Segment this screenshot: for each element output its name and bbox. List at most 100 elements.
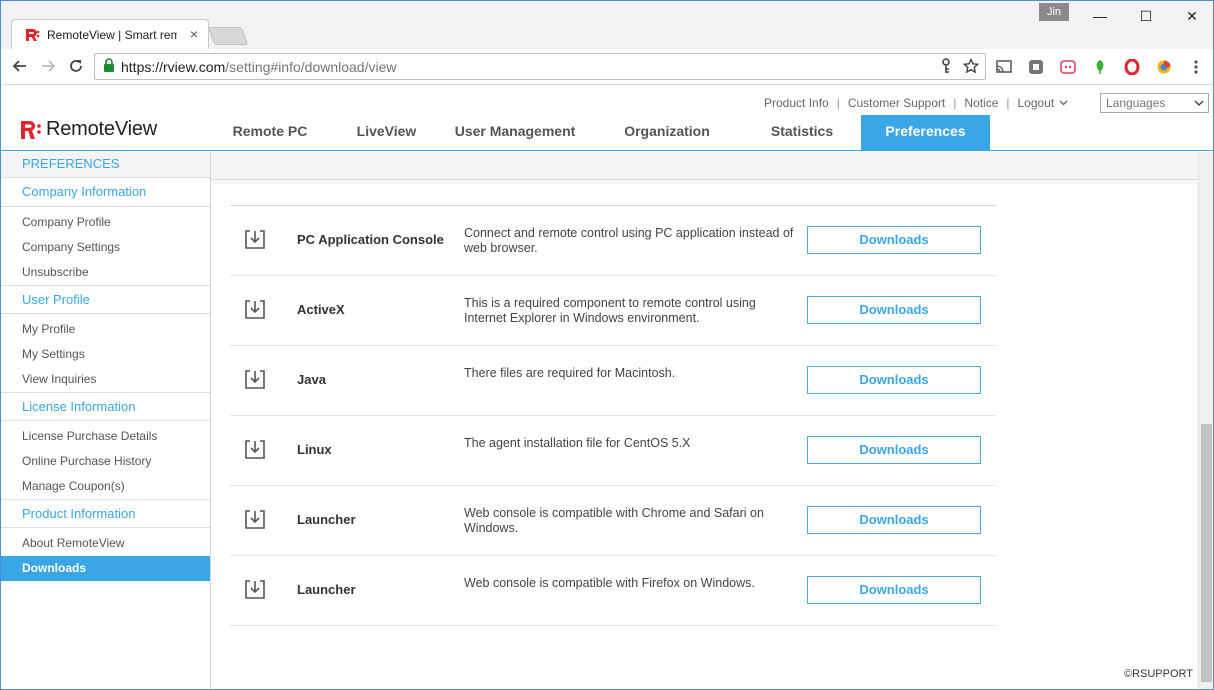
download-row: Launcher Web console is compatible with F… [230, 556, 996, 626]
download-description: Web console is compatible with Chrome an… [464, 506, 764, 535]
downloads-list: PC Application Console Connect and remote… [230, 205, 996, 626]
nav-liveview[interactable]: LiveView [330, 115, 443, 151]
bookmark-star-icon[interactable] [962, 57, 980, 77]
sidebar-item-online-purchase-history[interactable]: Online Purchase History [1, 449, 210, 474]
logo-text: RemoteView [46, 118, 158, 140]
download-icon [244, 438, 266, 460]
content-scrollbar[interactable] [1198, 152, 1213, 689]
nav-statistics[interactable]: Statistics [747, 115, 857, 151]
extension-red-icon[interactable] [1058, 57, 1078, 77]
download-description: Web console is compatible with Firefox o… [464, 576, 755, 590]
sidebar: PREFERENCES Company Information Company … [1, 152, 211, 689]
main-content: PC Application Console Connect and remote… [211, 152, 1198, 689]
title-bar: RemoteView | Smart rem × Jin — ☐ ✕ [1, 1, 1213, 49]
sidebar-item-my-settings[interactable]: My Settings [1, 342, 210, 367]
chevron-down-icon [1194, 95, 1204, 118]
languages-select[interactable]: Languages [1100, 93, 1209, 113]
download-icon [244, 368, 266, 390]
nav-remote-pc[interactable]: Remote PC [210, 115, 330, 151]
chevron-down-icon[interactable] [1059, 98, 1068, 108]
download-row: Java There files are required for Macinto… [230, 346, 996, 416]
extension-green-icon[interactable] [1090, 57, 1110, 77]
sidebar-group-company-information[interactable]: Company Information [1, 178, 210, 207]
reload-icon[interactable] [65, 55, 87, 77]
sidebar-item-my-profile[interactable]: My Profile [1, 317, 210, 342]
download-name: Launcher [297, 512, 356, 527]
sidebar-group-product-information[interactable]: Product Information [1, 499, 210, 528]
separator: | [836, 96, 840, 110]
browser-menu-icon[interactable] [1186, 57, 1206, 77]
browser-window: RemoteView | Smart rem × Jin — ☐ ✕ https… [0, 0, 1214, 690]
sidebar-group-user-profile[interactable]: User Profile [1, 285, 210, 314]
download-description: The agent installation file for CentOS 5… [464, 436, 691, 450]
copyright: ©RSUPPORT [1123, 668, 1193, 680]
download-name: ActiveX [297, 302, 345, 317]
downloads-button[interactable]: Downloads [807, 436, 981, 464]
key-icon[interactable] [939, 58, 953, 77]
languages-placeholder: Languages [1106, 96, 1166, 110]
tab-title: RemoteView | Smart rem [47, 27, 177, 42]
notice-link[interactable]: Notice [964, 96, 998, 110]
downloads-button[interactable]: Downloads [807, 366, 981, 394]
sidebar-item-unsubscribe[interactable]: Unsubscribe [1, 260, 210, 285]
logout-link[interactable]: Logout [1018, 96, 1055, 110]
sidebar-item-view-inquiries[interactable]: View Inquiries [1, 367, 210, 392]
minimize-button[interactable]: — [1077, 5, 1123, 27]
cast-icon[interactable] [994, 57, 1014, 77]
sidebar-item-downloads[interactable]: Downloads [1, 556, 210, 581]
sidebar-item-about-remoteview[interactable]: About RemoteView [1, 531, 210, 556]
nav-user-management[interactable]: User Management [443, 115, 587, 151]
download-name: Java [297, 372, 326, 387]
content-top-bar [211, 152, 1198, 180]
tab-close-icon[interactable]: × [190, 26, 198, 42]
download-name: PC Application Console [297, 232, 444, 247]
downloads-button[interactable]: Downloads [807, 226, 981, 254]
sidebar-item-company-profile[interactable]: Company Profile [1, 210, 210, 235]
download-description: This is a required component to remote c… [464, 296, 756, 325]
extension-colorful-icon[interactable] [1154, 57, 1174, 77]
lock-icon [103, 58, 115, 75]
close-window-button[interactable]: ✕ [1169, 5, 1213, 27]
download-icon [244, 508, 266, 530]
nav-organization[interactable]: Organization [587, 115, 747, 151]
download-icon [244, 298, 266, 320]
download-description: Connect and remote control using PC appl… [464, 226, 794, 255]
remoteview-logo-icon [21, 120, 41, 139]
utility-links: Product Info | Customer Support | Notice… [764, 96, 1068, 110]
new-tab-button[interactable] [207, 27, 249, 45]
downloads-button[interactable]: Downloads [807, 506, 981, 534]
extension-grey-icon[interactable] [1026, 57, 1046, 77]
remoteview-logo[interactable]: RemoteView [20, 118, 157, 141]
address-bar[interactable]: https://rview.com/setting#info/download/… [94, 53, 986, 80]
url-path: /setting#info/download/view [225, 58, 397, 75]
download-name: Linux [297, 442, 332, 457]
browser-toolbar: https://rview.com/setting#info/download/… [1, 49, 1213, 85]
nav-preferences[interactable]: Preferences [861, 115, 990, 151]
product-info-link[interactable]: Product Info [764, 96, 829, 110]
downloads-button[interactable]: Downloads [807, 296, 981, 324]
browser-tab[interactable]: RemoteView | Smart rem × [11, 19, 209, 49]
separator: | [1006, 96, 1010, 110]
scrollbar-thumb[interactable] [1201, 424, 1212, 682]
sidebar-item-license-purchase-details[interactable]: License Purchase Details [1, 424, 210, 449]
site-header: RemoteView Product Info | Customer Suppo… [1, 86, 1213, 151]
profile-badge[interactable]: Jin [1039, 3, 1069, 21]
downloads-button[interactable]: Downloads [807, 576, 981, 604]
customer-support-link[interactable]: Customer Support [848, 96, 945, 110]
remoteview-favicon-icon [24, 27, 40, 43]
download-row: Launcher Web console is compatible with C… [230, 486, 996, 556]
download-row: Linux The agent installation file for Cen… [230, 416, 996, 486]
back-icon[interactable] [9, 55, 31, 77]
download-description: There files are required for Macintosh. [464, 366, 676, 380]
opera-icon[interactable] [1122, 57, 1142, 77]
url-host: https://rview.com [121, 58, 226, 75]
sidebar-item-manage-coupons[interactable]: Manage Coupon(s) [1, 474, 210, 499]
sidebar-group-license-information[interactable]: License Information [1, 392, 210, 421]
sidebar-title: PREFERENCES [1, 152, 210, 178]
downloads-panel: PC Application Console Connect and remote… [211, 184, 1197, 689]
maximize-button[interactable]: ☐ [1123, 5, 1169, 27]
separator: | [953, 96, 957, 110]
sidebar-item-company-settings[interactable]: Company Settings [1, 235, 210, 260]
forward-icon[interactable] [37, 55, 59, 77]
download-row: ActiveX This is a required component to r… [230, 276, 996, 346]
